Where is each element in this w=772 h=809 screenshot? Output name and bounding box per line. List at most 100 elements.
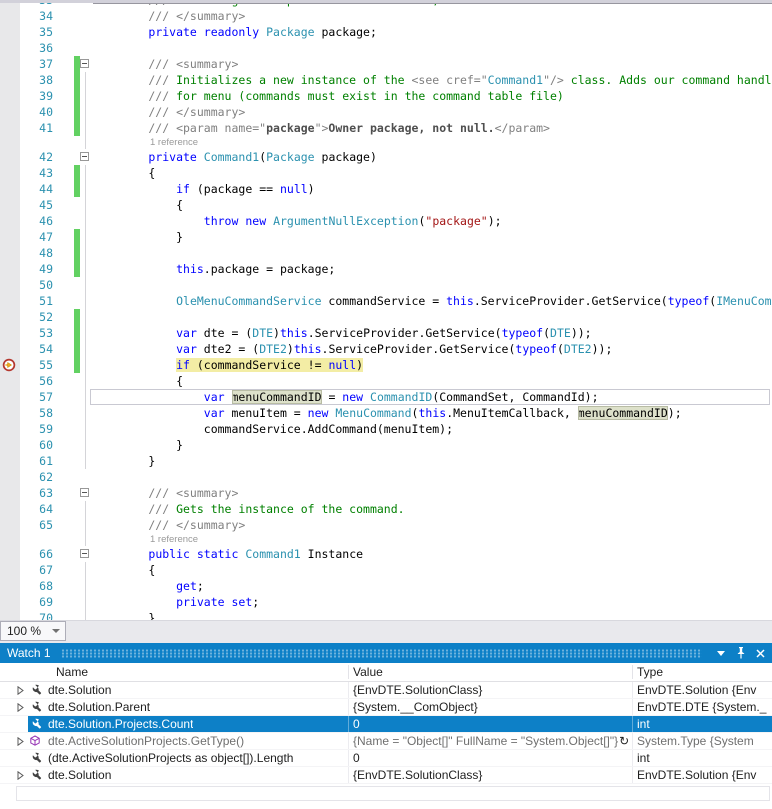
code-line[interactable]: 53 var dte = (DTE)this.ServiceProvider.G… xyxy=(0,325,772,341)
code-text[interactable]: /// for menu (commands must exist in the… xyxy=(93,88,563,104)
code-line[interactable]: 39 /// for menu (commands must exist in … xyxy=(0,88,772,104)
watch-value-cell[interactable]: 0 xyxy=(348,716,632,732)
code-line[interactable]: 65 /// </summary> xyxy=(0,517,772,533)
watch-value-cell[interactable]: 0 xyxy=(348,750,632,766)
title-bar-grip[interactable] xyxy=(60,648,702,658)
code-text[interactable]: this.package = package; xyxy=(93,261,335,277)
code-text[interactable]: /// Initializes a new instance of the <s… xyxy=(93,72,772,88)
watch-value-cell[interactable]: {System.__ComObject} xyxy=(348,699,632,715)
column-header-type[interactable]: Type xyxy=(632,665,772,679)
code-line[interactable]: 67 { xyxy=(0,562,772,578)
code-line[interactable]: 60 } xyxy=(0,437,772,453)
code-text[interactable]: { xyxy=(93,373,183,389)
code-line[interactable]: 36 xyxy=(0,40,772,56)
code-text[interactable]: /// </summary> xyxy=(93,8,245,24)
code-line[interactable]: 40 /// </summary> xyxy=(0,104,772,120)
code-line[interactable]: 34 /// </summary> xyxy=(0,8,772,24)
code-line[interactable]: 58 var menuItem = new MenuCommand(this.M… xyxy=(0,405,772,421)
watch-name-cell[interactable]: (dte.ActiveSolutionProjects as object[])… xyxy=(0,750,348,766)
code-line[interactable]: 70 } xyxy=(0,610,772,620)
code-text[interactable]: commandService.AddCommand(menuItem); xyxy=(93,421,453,437)
zoom-combobox[interactable]: 100 % xyxy=(0,621,66,641)
code-line[interactable]: 61 } xyxy=(0,453,772,469)
code-line[interactable]: 47 } xyxy=(0,229,772,245)
code-line[interactable]: 37 /// <summary> xyxy=(0,56,772,72)
code-text[interactable]: /// <summary> xyxy=(93,56,238,72)
code-line[interactable]: 49 this.package = package; xyxy=(0,261,772,277)
code-line[interactable]: 59 commandService.AddCommand(menuItem); xyxy=(0,421,772,437)
watch-column-headers[interactable]: Name Value Type xyxy=(0,663,772,682)
watch-row[interactable]: dte.Solution.Projects.Count 0 int xyxy=(0,716,772,733)
code-text[interactable]: var menuItem = new MenuCommand(this.Menu… xyxy=(93,405,682,421)
code-line[interactable]: 41 /// <param name="package">Owner packa… xyxy=(0,120,772,136)
watch-name-cell[interactable]: dte.Solution xyxy=(0,682,348,698)
code-line[interactable]: 69 private set; xyxy=(0,594,772,610)
code-text[interactable]: OleMenuCommandService commandService = t… xyxy=(93,293,772,309)
code-text[interactable]: private set; xyxy=(93,594,259,610)
watch-name-cell[interactable]: dte.Solution.Projects.Count xyxy=(0,716,348,732)
refresh-icon[interactable]: ↻ xyxy=(619,734,629,748)
code-text[interactable]: /// <param name="package">Owner package,… xyxy=(93,120,550,136)
code-line[interactable]: 66 public static Command1 Instance xyxy=(0,546,772,562)
watch-name-cell[interactable]: dte.Solution xyxy=(0,767,348,783)
code-line[interactable]: 38 /// Initializes a new instance of the… xyxy=(0,72,772,88)
code-line[interactable]: 64 /// Gets the instance of the command. xyxy=(0,501,772,517)
code-line[interactable]: 56 { xyxy=(0,373,772,389)
code-line[interactable]: 52 xyxy=(0,309,772,325)
expander-icon[interactable] xyxy=(17,685,24,695)
column-header-name[interactable]: Name xyxy=(0,665,348,679)
code-text[interactable]: var dte = (DTE)this.ServiceProvider.GetS… xyxy=(93,325,592,341)
code-line[interactable]: 43 { xyxy=(0,165,772,181)
fold-collapse-icon[interactable] xyxy=(80,549,89,558)
watch-new-row[interactable] xyxy=(16,786,770,801)
code-line[interactable]: 44 if (package == null) xyxy=(0,181,772,197)
code-text[interactable]: /// </summary> xyxy=(93,104,245,120)
codelens-row[interactable]: 1 reference xyxy=(0,533,772,546)
watch-row[interactable]: dte.Solution.Parent {System.__ComObject} E… xyxy=(0,699,772,716)
close-icon[interactable] xyxy=(752,645,769,661)
fold-collapse-icon[interactable] xyxy=(80,59,89,68)
code-text[interactable]: { xyxy=(93,562,155,578)
window-position-icon[interactable] xyxy=(712,645,729,661)
code-line[interactable]: 63 /// <summary> xyxy=(0,485,772,501)
code-text[interactable]: } xyxy=(93,610,155,620)
code-text[interactable]: private readonly Package package; xyxy=(93,24,377,40)
code-line[interactable]: 45 { xyxy=(0,197,772,213)
watch-row[interactable]: dte.Solution {EnvDTE.SolutionClass} EnvDTE… xyxy=(0,767,772,784)
watch-title-bar[interactable]: Watch 1 xyxy=(0,643,772,663)
code-line[interactable]: 35 private readonly Package package; xyxy=(0,24,772,40)
code-text[interactable]: } xyxy=(93,437,183,453)
code-lines[interactable]: 33 /// VS Package that provides this com… xyxy=(0,0,772,620)
code-text[interactable]: /// </summary> xyxy=(93,517,245,533)
code-line[interactable]: 48 xyxy=(0,245,772,261)
breakpoint-indicator[interactable] xyxy=(2,358,16,372)
watch-value-cell[interactable]: {Name = "Object[]" FullName = "System.Ob… xyxy=(348,733,632,749)
pin-icon[interactable] xyxy=(732,645,749,661)
code-line[interactable]: 42 private Command1(Package package) xyxy=(0,149,772,165)
watch-row[interactable]: (dte.ActiveSolutionProjects as object[])… xyxy=(0,750,772,767)
code-text[interactable]: if (commandService != null) xyxy=(93,357,364,373)
code-line[interactable]: 55 if (commandService != null) xyxy=(0,357,772,373)
watch-value-cell[interactable]: {EnvDTE.SolutionClass} xyxy=(348,682,632,698)
fold-collapse-icon[interactable] xyxy=(80,488,89,497)
code-line[interactable]: 57 var menuCommandID = new CommandID(Com… xyxy=(0,389,772,405)
fold-collapse-icon[interactable] xyxy=(80,152,89,161)
watch-row[interactable]: dte.Solution {EnvDTE.SolutionClass} EnvDTE… xyxy=(0,682,772,699)
code-text[interactable]: /// Gets the instance of the command. xyxy=(93,501,404,517)
code-line[interactable]: 50 xyxy=(0,277,772,293)
codelens-references[interactable]: 1 reference xyxy=(150,136,198,149)
code-text[interactable]: throw new ArgumentNullException("package… xyxy=(93,213,502,229)
code-text[interactable]: } xyxy=(93,453,155,469)
code-line[interactable]: 54 var dte2 = (DTE2)this.ServiceProvider… xyxy=(0,341,772,357)
code-text[interactable]: /// <summary> xyxy=(93,485,238,501)
code-editor[interactable]: 33 /// VS Package that provides this com… xyxy=(0,0,772,620)
column-header-value[interactable]: Value xyxy=(348,665,632,679)
code-text[interactable]: get; xyxy=(93,578,204,594)
code-text[interactable]: { xyxy=(93,197,183,213)
watch-value-cell[interactable]: {EnvDTE.SolutionClass} xyxy=(348,767,632,783)
code-line[interactable]: 46 throw new ArgumentNullException("pack… xyxy=(0,213,772,229)
codelens-references[interactable]: 1 reference xyxy=(150,533,198,546)
watch-name-cell[interactable]: dte.Solution.Parent xyxy=(0,699,348,715)
code-text[interactable]: } xyxy=(93,229,183,245)
chevron-down-icon[interactable] xyxy=(52,629,60,633)
